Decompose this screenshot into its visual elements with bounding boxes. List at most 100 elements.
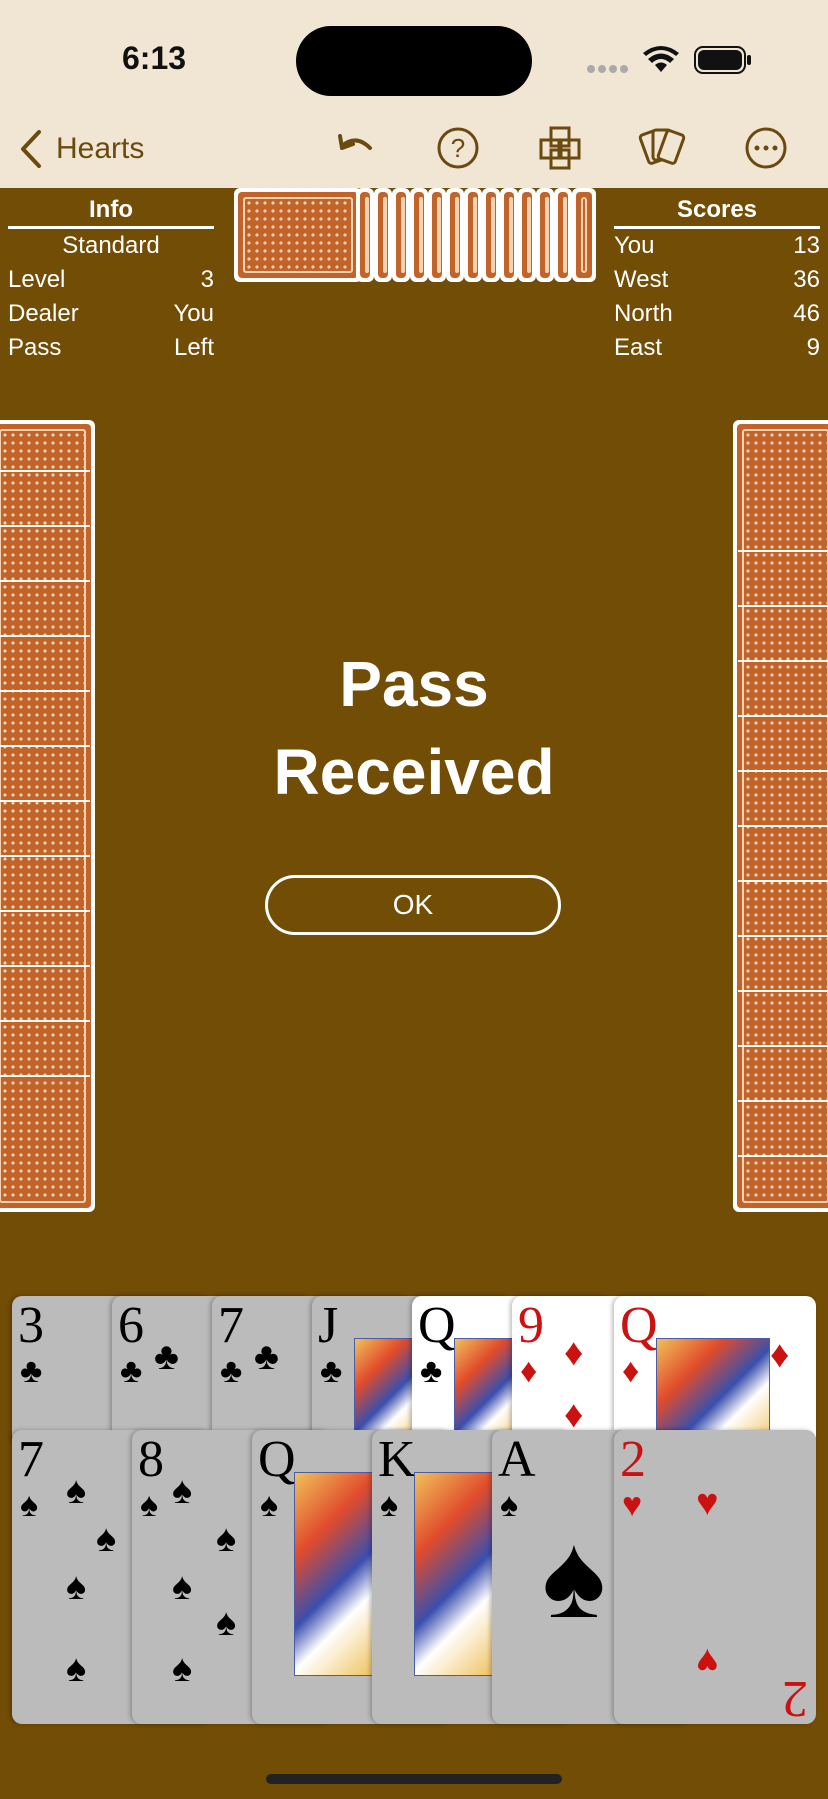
player-score: 46 [793,300,820,327]
info-row: Pass Left [8,331,214,365]
back-label: Hearts [56,132,145,165]
card-back [392,188,410,282]
card-pip: ♦ [564,1332,584,1374]
card-pip: ♠ [96,1518,117,1560]
playing-card[interactable]: Q ♦ ♦ [614,1296,816,1446]
playing-card[interactable]: 2 ♥ ♥ ♥ 2 [614,1430,816,1724]
card-back [234,188,362,282]
info-label: Level [8,266,66,293]
player-name: West [614,266,669,293]
card-pip: ♠ [216,1602,237,1644]
card-edge [738,935,828,937]
card-back [0,420,95,1212]
card-edge [0,855,90,857]
info-value: Left [173,334,214,361]
card-back [428,188,446,282]
home-indicator [266,1774,562,1784]
card-rank-inverted: 2 [782,1670,808,1724]
card-edge [738,1045,828,1047]
card-suit: ♣ [320,1352,343,1390]
card-pip: ♦ [770,1334,790,1376]
score-row: North 46 [614,297,820,331]
card-suit: ♣ [20,1352,43,1390]
card-rank: 7 [218,1297,244,1354]
info-value: You [173,300,215,327]
card-back [572,188,596,282]
card-edge [0,580,90,582]
dynamic-island [296,26,532,96]
card-rank: J [318,1297,339,1354]
card-back [464,188,482,282]
card-suit: ♠ [260,1486,279,1524]
card-edge [0,635,90,637]
score-row: East 9 [614,331,820,365]
card-pip: ♥ [696,1640,719,1682]
card-back [374,188,392,282]
battery-icon [694,46,751,74]
card-back [410,188,428,282]
ace-pip: ♠ [542,1509,606,1643]
dialog-title: Pass Received [273,648,555,808]
card-rank: 8 [138,1431,164,1488]
card-rank: Q [258,1431,296,1488]
card-pip: ♣ [154,1336,179,1378]
card-rank: 6 [118,1297,144,1354]
card-rank: 9 [518,1297,544,1354]
card-back [500,188,518,282]
layout-icon[interactable] [537,124,585,172]
score-row: West 36 [614,263,820,297]
card-back [518,188,536,282]
card-suit: ♦ [622,1352,640,1390]
score-row: You 13 [614,229,820,263]
chevron-left-icon [21,130,41,168]
card-back [536,188,554,282]
scores-panel: Scores You 13 West 36 North 46 East 9 [614,196,820,365]
card-suit: ♠ [500,1486,519,1524]
card-rank: 2 [620,1431,646,1488]
card-edge [738,990,828,992]
card-suit: ♠ [20,1486,39,1524]
info-label: Pass [8,334,62,361]
card-edge [738,1155,828,1157]
player-name: North [614,300,673,327]
cards-icon[interactable] [638,124,686,172]
card-suit: ♦ [520,1352,538,1390]
card-rank: K [378,1431,416,1488]
card-rank: 3 [18,1297,44,1354]
info-title: Info [8,196,214,229]
player-score: 13 [793,232,820,259]
card-suit: ♠ [140,1486,159,1524]
card-edge [738,825,828,827]
card-suit: ♣ [420,1352,443,1390]
card-suit: ♣ [120,1352,143,1390]
card-edge [738,550,828,552]
info-value: 3 [200,266,214,293]
undo-icon[interactable] [332,124,380,172]
card-pip: ♠ [66,1566,87,1608]
face-card-art [414,1472,496,1676]
card-edge [0,1075,90,1077]
back-button[interactable]: Hearts [20,126,144,172]
card-edge [0,525,90,527]
status-time: 6:13 [122,40,187,76]
more-icon[interactable] [742,124,790,172]
card-edge [0,470,90,472]
card-pip: ♠ [172,1648,193,1690]
card-pip: ♦ [564,1394,584,1436]
card-pip: ♥ [696,1482,719,1524]
ok-button[interactable]: OK [265,875,561,935]
card-pip: ♣ [254,1336,279,1378]
card-pip: ♠ [66,1648,87,1690]
card-back [356,188,374,282]
player-score: 36 [793,266,820,293]
svg-text:?: ? [451,133,465,163]
info-panel: Info Standard Level 3 Dealer You Pass Left [8,196,214,365]
card-rank: A [498,1431,536,1488]
player-score: 9 [806,334,820,361]
card-pip: ♠ [172,1566,193,1608]
wifi-icon [643,46,679,72]
card-rank: Q [620,1297,658,1354]
card-edge [738,1100,828,1102]
info-row: Level 3 [8,263,214,297]
help-icon[interactable]: ? [434,124,482,172]
